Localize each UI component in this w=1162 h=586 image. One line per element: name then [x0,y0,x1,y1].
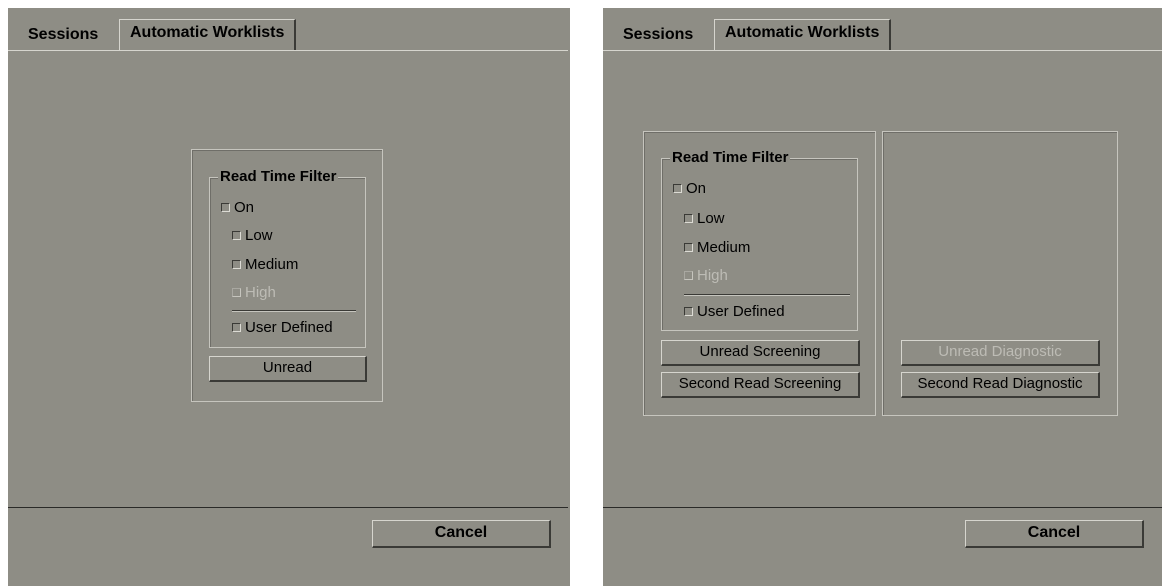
checkbox-medium[interactable]: Medium [232,255,298,275]
unread-diagnostic-button: Unread Diagnostic [901,340,1100,366]
tab-automatic-worklists[interactable]: Automatic Worklists [714,19,892,50]
checkbox-user-defined[interactable]: User Defined [684,302,785,322]
second-read-diagnostic-button[interactable]: Second Read Diagnostic [901,372,1100,398]
checkbox-label: Medium [697,239,751,256]
tab-sessions[interactable]: Sessions [18,23,108,50]
tab-panel: Read Time Filter On Low Medium High User… [8,50,568,508]
checkbox-box[interactable] [232,323,241,332]
checkbox-label: Low [697,210,725,227]
checkbox-label: On [686,180,707,197]
checkbox-high: High [684,266,728,286]
checkbox-label: High [245,284,276,301]
unread-button[interactable]: Unread [209,356,367,382]
checkbox-label: High [697,267,728,284]
tab-sessions[interactable]: Sessions [613,23,703,50]
checkbox-box[interactable] [684,214,693,223]
worklists-dialog-left: Sessions Automatic Worklists Read Time F… [8,8,570,586]
checkbox-label: User Defined [697,303,785,320]
checkbox-box[interactable] [232,231,241,240]
checkbox-box[interactable] [684,243,693,252]
screening-group: Read Time Filter On Low Medium High User… [643,131,876,416]
checkbox-box[interactable] [232,260,241,269]
tab-panel: Read Time Filter On Low Medium High User… [603,50,1162,508]
checkbox-box[interactable] [221,203,230,212]
checkbox-box[interactable] [684,307,693,316]
checkbox-box[interactable] [673,184,682,193]
checkbox-label: Low [245,227,273,244]
checkbox-high: High [232,283,276,303]
worklist-group: Read Time Filter On Low Medium High User… [191,149,383,402]
checkbox-label: Medium [245,256,299,273]
second-read-screening-button[interactable]: Second Read Screening [661,372,860,398]
checkbox-low[interactable]: Low [232,226,273,246]
unread-screening-button[interactable]: Unread Screening [661,340,860,366]
read-time-filter-legend: Read Time Filter [670,149,791,167]
worklists-dialog-right: Sessions Automatic Worklists Read Time F… [603,8,1162,586]
cancel-button[interactable]: Cancel [965,520,1144,548]
checkbox-box [232,288,241,297]
checkbox-box [684,271,693,280]
separator [684,294,850,296]
checkbox-low[interactable]: Low [684,209,725,229]
diagnostic-group: Unread Diagnostic Second Read Diagnostic [882,131,1118,416]
read-time-filter-group: Read Time Filter On Low Medium High User… [661,149,858,331]
read-time-filter-group: Read Time Filter On Low Medium High User… [209,168,366,348]
checkbox-label: User Defined [245,319,333,336]
checkbox-user-defined[interactable]: User Defined [232,318,333,338]
cancel-button[interactable]: Cancel [372,520,551,548]
tab-automatic-worklists[interactable]: Automatic Worklists [119,19,297,50]
checkbox-label: On [234,199,255,216]
checkbox-medium[interactable]: Medium [684,238,750,258]
checkbox-on[interactable]: On [673,179,706,199]
separator [232,310,356,312]
read-time-filter-legend: Read Time Filter [218,168,339,186]
checkbox-on[interactable]: On [221,198,254,218]
